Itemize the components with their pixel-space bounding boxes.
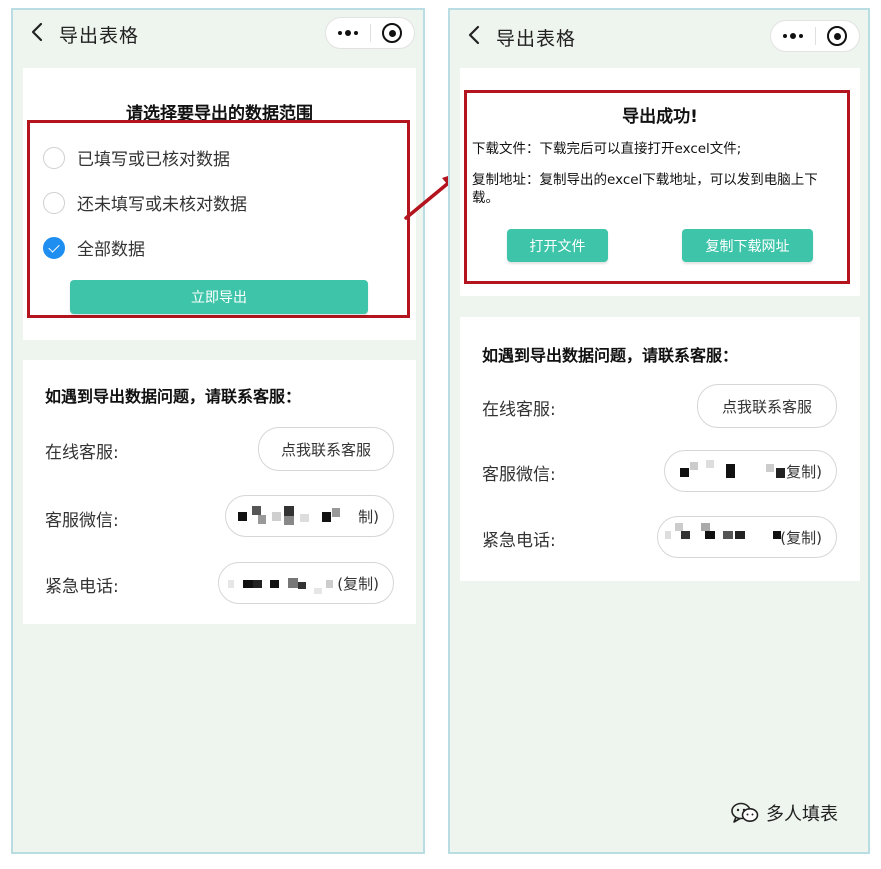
- copy-label: (复制): [337, 574, 379, 593]
- nav-bar: 导出表格: [13, 10, 423, 58]
- copy-instruction: 复制地址：复制导出的excel下载地址，可以发到电脑上下载。: [472, 172, 818, 206]
- copy-download-url-button[interactable]: 复制下载网址: [682, 229, 813, 262]
- more-dots-icon: [337, 30, 358, 36]
- contact-title: 如遇到导出数据问题，请联系客服：: [482, 346, 739, 365]
- target-close-icon: [827, 26, 848, 46]
- radio-option-all[interactable]: 全部数据: [43, 235, 145, 260]
- radio-option-filled[interactable]: 已填写或已核对数据: [43, 145, 230, 170]
- contact-service-button[interactable]: 点我联系客服: [258, 427, 394, 471]
- more-menu-button[interactable]: [771, 21, 815, 51]
- online-service-label: 在线客服:: [482, 400, 556, 420]
- close-mini-program-button[interactable]: [815, 21, 859, 51]
- page-title: 导出表格: [59, 25, 140, 47]
- export-now-button[interactable]: 立即导出: [70, 280, 368, 314]
- wechat-label: 客服微信:: [45, 511, 119, 531]
- copy-label: 复制): [786, 462, 822, 481]
- contact-title: 如遇到导出数据问题，请联系客服：: [45, 387, 302, 406]
- emergency-phone-label: 紧急电话:: [45, 577, 119, 597]
- export-range-card: 请选择要导出的数据范围 已填写或已核对数据 还未填写或未核对数据 全部数据 立即…: [23, 68, 416, 340]
- radio-circle-checked[interactable]: [43, 236, 65, 259]
- phone-screen-left: 导出表格 请选择要导出的数据范围 已填写或已核对数据 还未填写或未核对数据 全部…: [11, 8, 425, 854]
- target-close-icon: [382, 23, 403, 43]
- watermark: 多人填表: [730, 800, 838, 826]
- success-title: 导出成功!: [622, 107, 698, 127]
- radio-label: 还未填写或未核对数据: [77, 195, 247, 215]
- radio-label: 全部数据: [77, 240, 145, 260]
- nav-bar: 导出表格: [450, 10, 868, 58]
- copy-label: (复制): [780, 528, 822, 547]
- contact-card: 如遇到导出数据问题，请联系客服： 在线客服: 点我联系客服 客服微信: 制) 紧…: [23, 360, 416, 624]
- radio-label: 已填写或已核对数据: [77, 150, 230, 170]
- close-mini-program-button[interactable]: [370, 18, 414, 48]
- redacted-mosaic: [228, 572, 338, 596]
- page-title: 导出表格: [496, 28, 577, 50]
- radio-option-unfilled[interactable]: 还未填写或未核对数据: [43, 190, 247, 215]
- back-arrow-icon[interactable]: [466, 24, 482, 46]
- redacted-mosaic: [680, 460, 790, 482]
- emergency-phone-label: 紧急电话:: [482, 531, 556, 551]
- contact-service-button[interactable]: 点我联系客服: [697, 384, 837, 428]
- back-arrow-icon[interactable]: [29, 21, 45, 43]
- mini-program-capsule: [770, 20, 860, 52]
- download-instruction: 下载文件：下载完后可以直接打开excel文件;: [472, 141, 742, 157]
- wechat-label: 客服微信:: [482, 465, 556, 485]
- contact-card: 如遇到导出数据问题，请联系客服： 在线客服: 点我联系客服 客服微信: 复制) …: [460, 317, 860, 581]
- open-file-button[interactable]: 打开文件: [507, 229, 608, 262]
- online-service-label: 在线客服:: [45, 443, 119, 463]
- redacted-mosaic: [665, 523, 785, 547]
- more-dots-icon: [782, 33, 803, 39]
- watermark-text: 多人填表: [766, 804, 838, 825]
- phone-screen-right: 导出表格 导出成功! 下载文件：下载完后可以直接打开excel文件; 复制地址：…: [448, 8, 870, 854]
- copy-label: 制): [358, 507, 379, 526]
- export-success-card: 导出成功! 下载文件：下载完后可以直接打开excel文件; 复制地址：复制导出的…: [460, 68, 860, 296]
- redacted-mosaic: [238, 506, 348, 528]
- wechat-icon: [731, 802, 759, 823]
- radio-circle[interactable]: [43, 191, 65, 214]
- more-menu-button[interactable]: [326, 18, 370, 48]
- mini-program-capsule: [325, 17, 415, 49]
- radio-circle[interactable]: [43, 146, 65, 169]
